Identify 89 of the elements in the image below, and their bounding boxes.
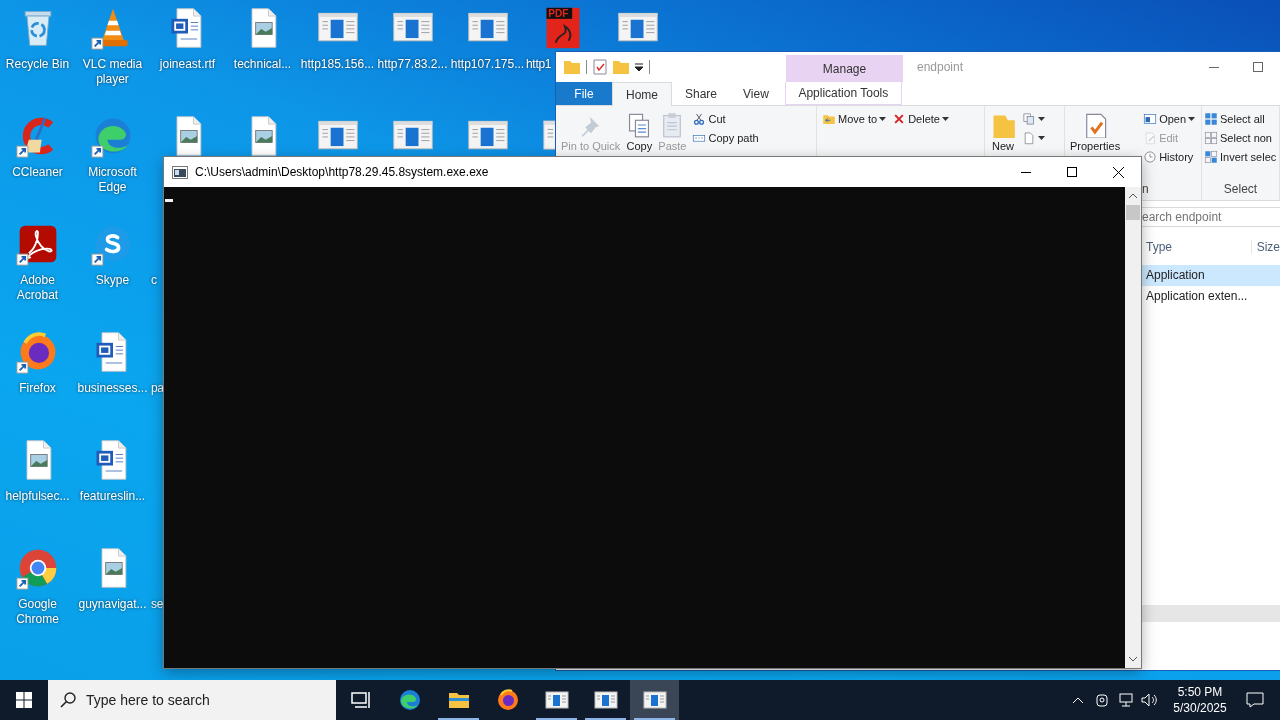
icon-label[interactable]: joineast.rtf (159, 57, 216, 72)
select-none-icon (1204, 131, 1218, 145)
icon-label[interactable]: Adobe Acrobat (0, 273, 75, 303)
app-window-icon (544, 688, 569, 712)
customize-caret-icon[interactable] (635, 63, 643, 71)
minimize-icon (1021, 171, 1031, 173)
icon-label[interactable]: Recycle Bin (5, 57, 70, 72)
pdf-label: PDF (547, 8, 568, 19)
select-all-icon (1204, 112, 1218, 126)
new-item-icon (1022, 112, 1036, 126)
file-row[interactable]: Application exten... (1142, 286, 1280, 307)
search-icon (60, 692, 76, 708)
close-icon (1112, 166, 1124, 178)
icon-label[interactable]: se (150, 597, 164, 612)
ribbon-button[interactable]: History (1142, 148, 1197, 166)
search-field[interactable]: earch endpoint (1142, 207, 1280, 227)
console-window-icon (172, 165, 188, 179)
ribbon-tab[interactable]: View (730, 82, 782, 105)
icon-label[interactable]: businesses... (77, 381, 148, 396)
context-tab-header: Manage (786, 55, 903, 82)
icon-label[interactable]: http1 (525, 57, 552, 72)
taskbar-app[interactable] (630, 680, 679, 720)
notifications-icon[interactable] (1246, 692, 1264, 708)
icon-label[interactable]: CCleaner (12, 165, 63, 180)
maximize-icon (1253, 62, 1263, 72)
icon-label[interactable]: http185.156... (300, 57, 375, 72)
firefox-icon (495, 688, 520, 712)
group-label: n (1142, 182, 1149, 196)
icon-label[interactable]: http107.175... (450, 57, 525, 72)
ribbon-button[interactable]: Cut (691, 110, 760, 128)
ribbon-button[interactable]: Select non (1203, 129, 1278, 147)
column-header[interactable]: Size (1251, 240, 1280, 254)
open-icon (1143, 112, 1158, 126)
icon-label[interactable]: c (150, 273, 157, 288)
ribbon-button[interactable]: Delete (891, 110, 950, 128)
taskbar-search-field[interactable]: Type here to search (48, 680, 336, 720)
icon-label[interactable]: VLC media player (75, 57, 150, 87)
edge-browser-icon (397, 688, 422, 712)
clock-date[interactable]: 5/30/2025 (1173, 700, 1227, 716)
group-label: Select (1223, 182, 1258, 196)
scrollbar[interactable] (1142, 605, 1280, 622)
ribbon-button[interactable]: Invert selec (1203, 148, 1278, 166)
file-row[interactable]: Application (1142, 265, 1280, 286)
ribbon-button[interactable]: Copy path (691, 129, 760, 147)
ribbon-button[interactable]: Select all (1203, 110, 1278, 128)
new-file-icon (1022, 131, 1036, 145)
volume-icon[interactable] (1141, 692, 1159, 708)
chevron-up-icon (1129, 193, 1137, 198)
clock-time[interactable]: 5:50 PM (1177, 684, 1223, 700)
app-window-icon (642, 688, 667, 712)
tray-app-icon[interactable] (1094, 692, 1110, 708)
ribbon-tab[interactable]: Application Tools (784, 82, 902, 105)
chevron-down-icon (1129, 657, 1137, 662)
scissors-icon (692, 112, 707, 126)
icon-label[interactable]: Microsoft Edge (75, 165, 150, 195)
network-icon[interactable] (1118, 692, 1134, 708)
window-title: C:\Users\admin\Desktop\http78.29.45.8system.exe.exe (195, 165, 490, 179)
icon-label[interactable]: helpfulsec... (5, 489, 70, 504)
app-window-icon (593, 688, 618, 712)
ribbon-button[interactable]: Copy (625, 110, 654, 156)
ribbon-button[interactable]: Open (1142, 110, 1197, 128)
maximize-icon (1067, 167, 1077, 177)
icon-label[interactable]: Google Chrome (0, 597, 75, 627)
ribbon-button[interactable]: Properties (1069, 110, 1122, 156)
icon-label[interactable]: http77.83.2... (377, 57, 448, 72)
icon-label[interactable]: technical... (233, 57, 292, 72)
window-title: endpoint (917, 60, 965, 74)
icon-label[interactable]: Skype (95, 273, 130, 288)
icon-label[interactable]: Firefox (19, 381, 56, 396)
icon-label[interactable]: pa (150, 381, 164, 396)
ribbon-button[interactable]: New (989, 110, 1017, 156)
history-icon (1143, 150, 1158, 164)
ribbon-button[interactable]: Move to (821, 110, 888, 128)
text-cursor (165, 199, 173, 202)
folder-move-icon (822, 112, 836, 126)
properties-icon[interactable] (593, 59, 607, 75)
ribbon-tab[interactable]: Share (672, 82, 731, 105)
ribbon-tab[interactable]: File (556, 82, 612, 105)
invert-selection-icon (1204, 150, 1218, 164)
windows-logo-icon (16, 692, 32, 708)
chevron-up-icon[interactable] (1072, 696, 1084, 704)
scrollbar-thumb[interactable] (1126, 205, 1140, 220)
icon-label[interactable]: featureslin... (79, 489, 146, 504)
search-placeholder: Type here to search (86, 692, 210, 708)
minimize-icon (1209, 66, 1219, 68)
ribbon-icon-button[interactable] (1021, 110, 1046, 128)
icon-label[interactable]: guynavigat... (78, 597, 147, 612)
edit-icon (1143, 131, 1158, 145)
ribbon-tab[interactable]: Home (612, 82, 672, 106)
